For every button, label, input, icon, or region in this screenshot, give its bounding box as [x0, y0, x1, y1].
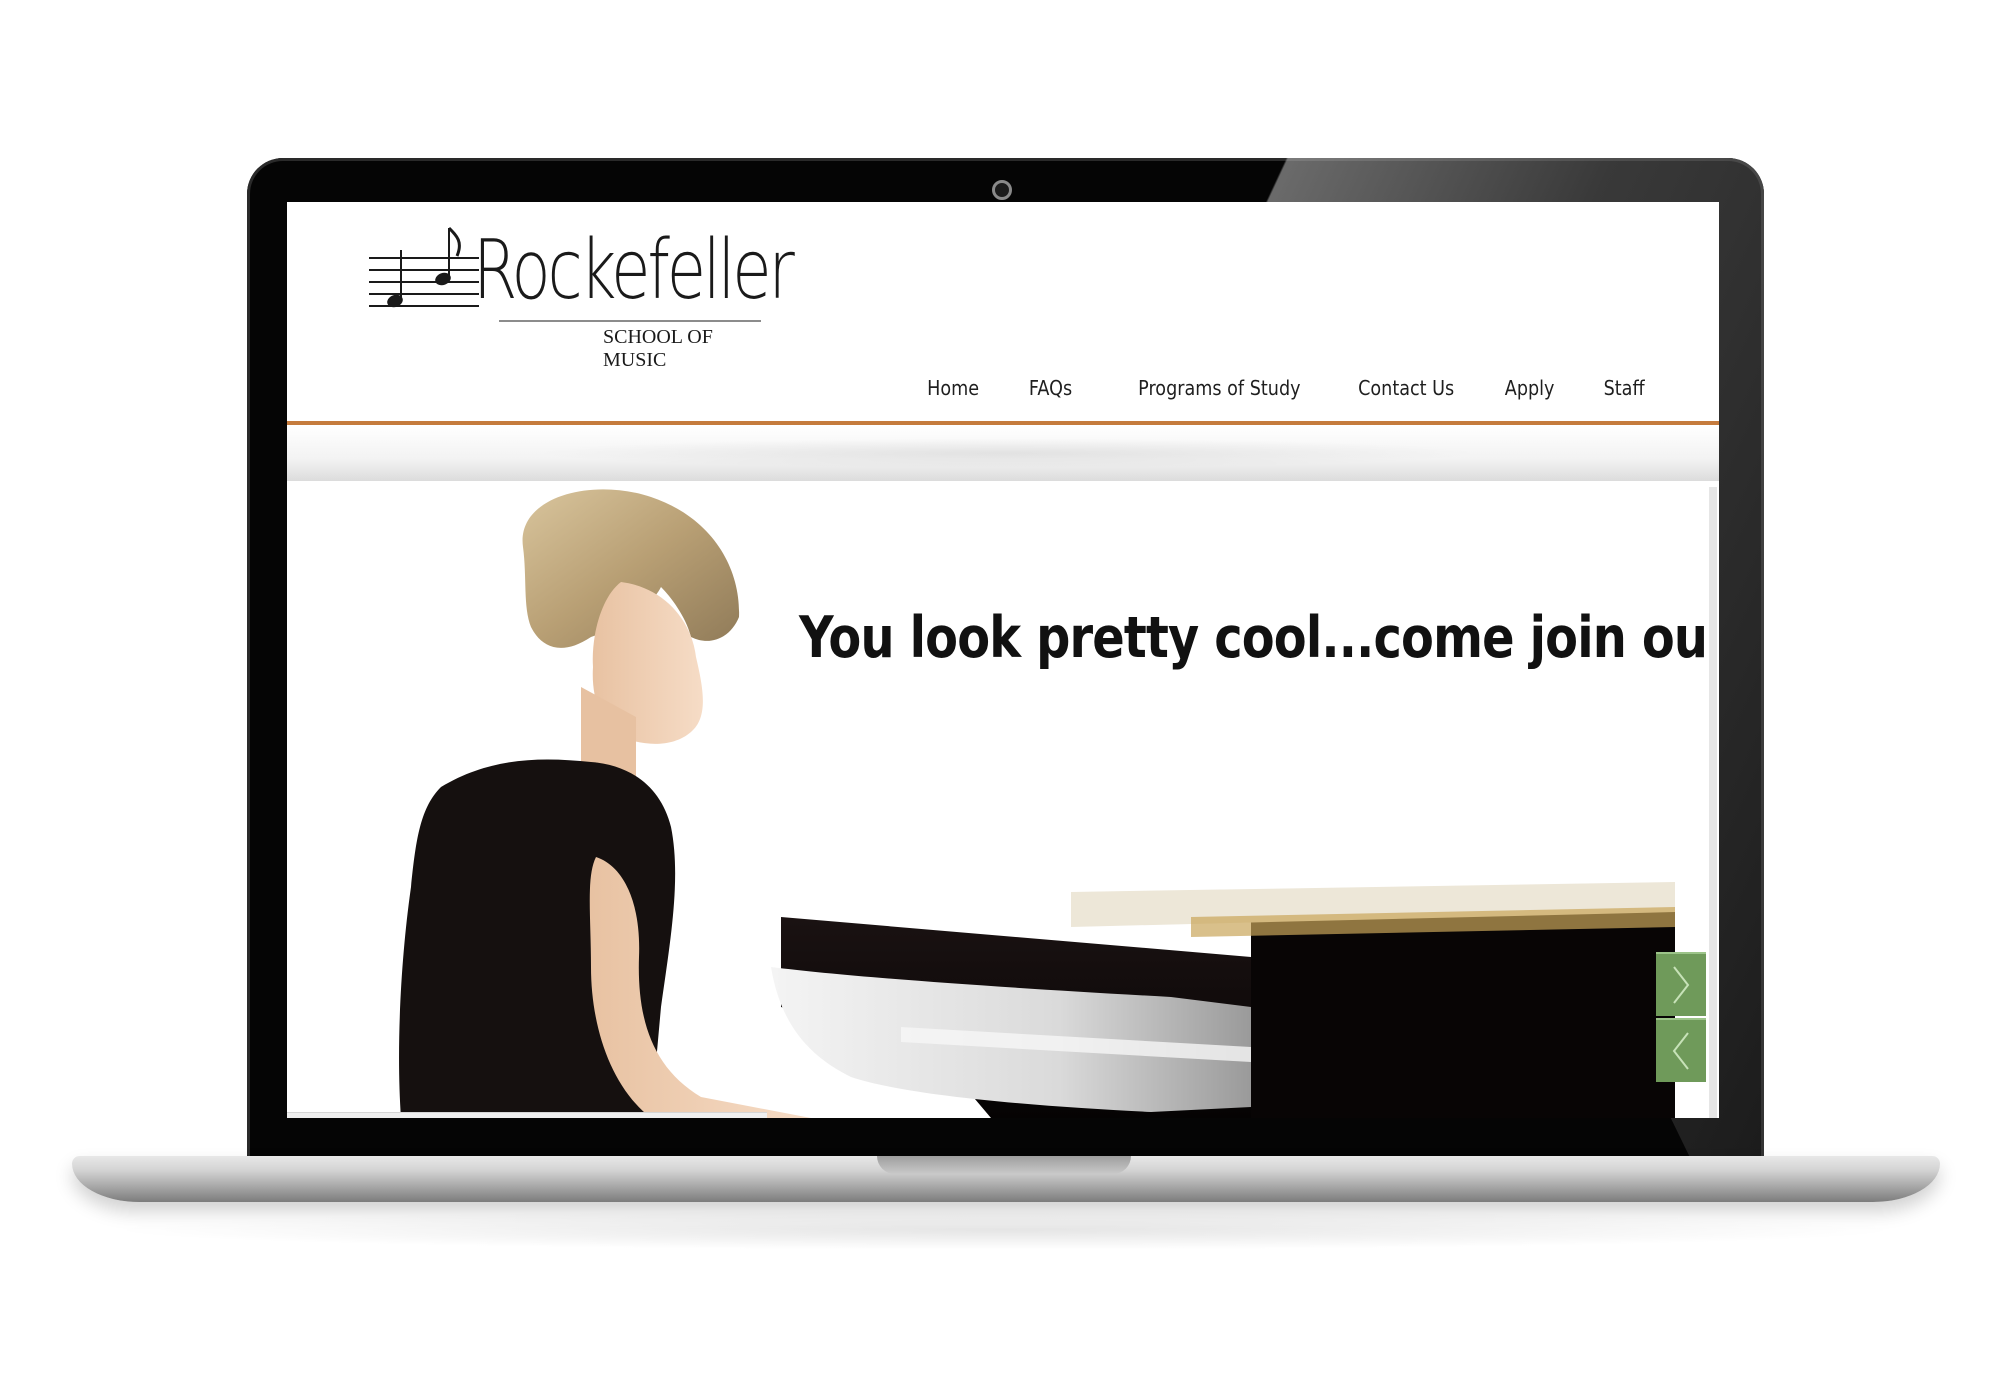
slider-next-button[interactable] — [1656, 952, 1706, 1016]
laptop-shadow — [100, 1210, 1910, 1250]
slider-prev-button[interactable] — [1656, 1018, 1706, 1082]
nav-programs-of-study[interactable]: Programs of Study — [1138, 376, 1300, 400]
status-strip — [287, 1112, 767, 1118]
logo-tagline: SCHOOL OF MUSIC — [603, 326, 713, 371]
camera-icon — [992, 180, 1012, 200]
hero-image-pianist — [399, 489, 1675, 1118]
main-nav: Home FAQs Programs of Study Contact Us A… — [876, 376, 1645, 400]
nav-apply[interactable]: Apply — [1505, 376, 1555, 400]
logo-wordmark: Rockefeller — [473, 223, 795, 318]
chevron-left-icon — [1672, 1032, 1689, 1070]
nav-home[interactable]: Home — [927, 376, 979, 400]
chevron-right-icon — [1673, 966, 1690, 1004]
header-soft-shadow — [527, 438, 1487, 468]
logo-underline — [499, 320, 761, 322]
hero-slider: You look pretty cool...come join our tea… — [291, 487, 1717, 1118]
hero-headline: You look pretty cool...come join our tea… — [799, 605, 1709, 671]
nav-contact-us[interactable]: Contact Us — [1358, 376, 1454, 400]
website-screen: Rockefeller SCHOOL OF MUSIC Home FAQs Pr… — [287, 202, 1719, 1118]
site-logo[interactable]: Rockefeller SCHOOL OF MUSIC — [369, 220, 795, 371]
nav-staff[interactable]: Staff — [1604, 376, 1645, 400]
nav-faqs[interactable]: FAQs — [1029, 376, 1072, 400]
mockup-stage: Rockefeller SCHOOL OF MUSIC Home FAQs Pr… — [0, 0, 2000, 1400]
laptop-opening-notch — [877, 1156, 1131, 1174]
